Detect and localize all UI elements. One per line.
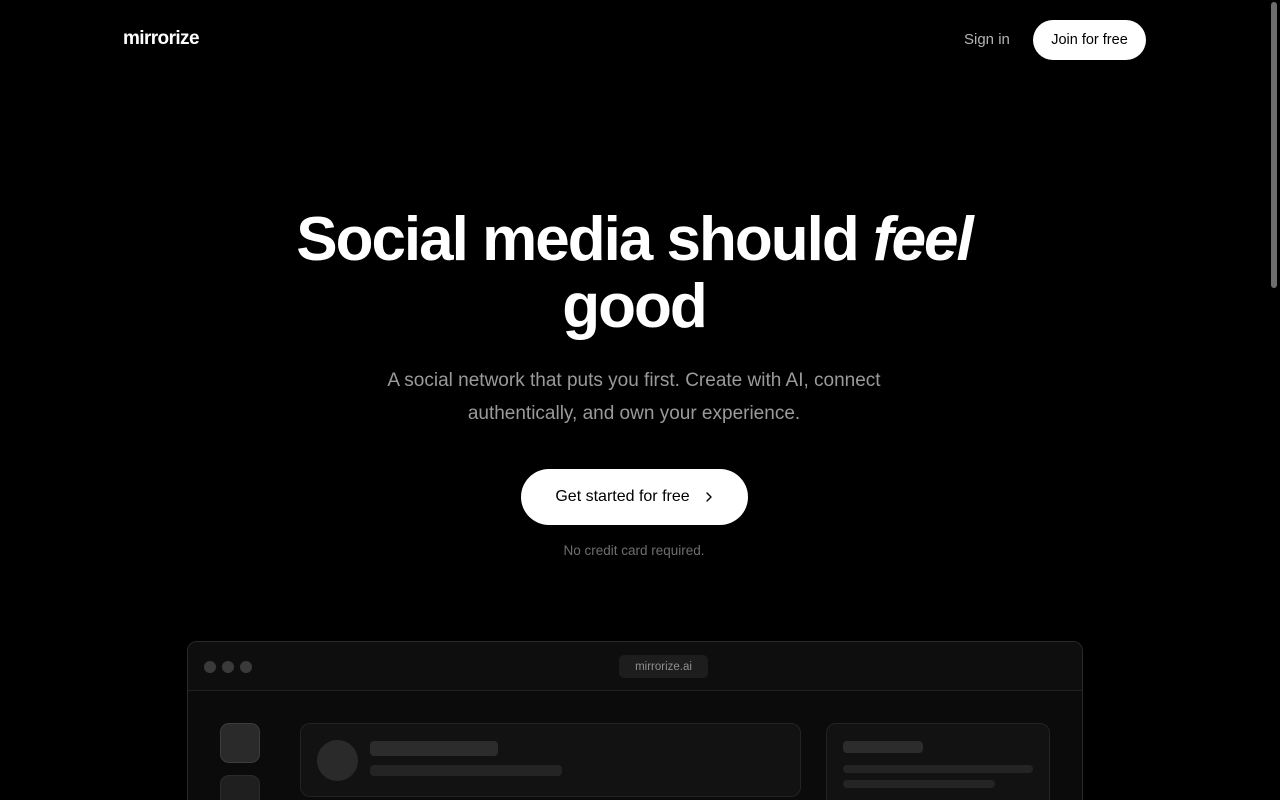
sidebar-placeholder — [220, 775, 260, 800]
hero-title: Social media should feel good — [0, 206, 1268, 340]
sidebar-placeholder — [220, 723, 260, 763]
side-card-placeholder — [826, 723, 1050, 800]
window-dot-icon — [240, 661, 252, 673]
get-started-label: Get started for free — [555, 488, 690, 505]
join-button[interactable]: Join for free — [1033, 20, 1146, 60]
url-bar: mirrorize.ai — [619, 655, 708, 678]
site-header: mirrorize Sign in Join for free — [0, 0, 1268, 80]
avatar-placeholder — [317, 740, 358, 781]
hero-title-part1: Social media should — [296, 205, 873, 274]
post-card-placeholder — [300, 723, 801, 797]
no-credit-card-note: No credit card required. — [563, 543, 705, 558]
hero-subtitle: A social network that puts you first. Cr… — [387, 370, 881, 424]
app-preview-window: mirrorize.ai — [187, 641, 1083, 800]
scrollbar-thumb[interactable] — [1271, 2, 1277, 288]
text-placeholder — [370, 741, 498, 756]
sign-in-link[interactable]: Sign in — [964, 31, 1010, 48]
text-placeholder — [843, 741, 923, 753]
hero-title-part2: good — [562, 272, 707, 341]
get-started-button[interactable]: Get started for free — [521, 469, 748, 525]
join-button-label: Join for free — [1051, 32, 1128, 48]
text-placeholder — [843, 780, 995, 788]
window-titlebar: mirrorize.ai — [188, 642, 1082, 691]
scrollbar[interactable] — [1268, 0, 1280, 800]
window-dot-icon — [222, 661, 234, 673]
hero-title-emphasis: feel — [872, 205, 974, 274]
window-dot-icon — [204, 661, 216, 673]
text-placeholder — [370, 765, 562, 776]
text-placeholder — [843, 765, 1033, 773]
logo[interactable]: mirrorize — [123, 28, 200, 50]
chevron-right-icon — [705, 492, 712, 502]
